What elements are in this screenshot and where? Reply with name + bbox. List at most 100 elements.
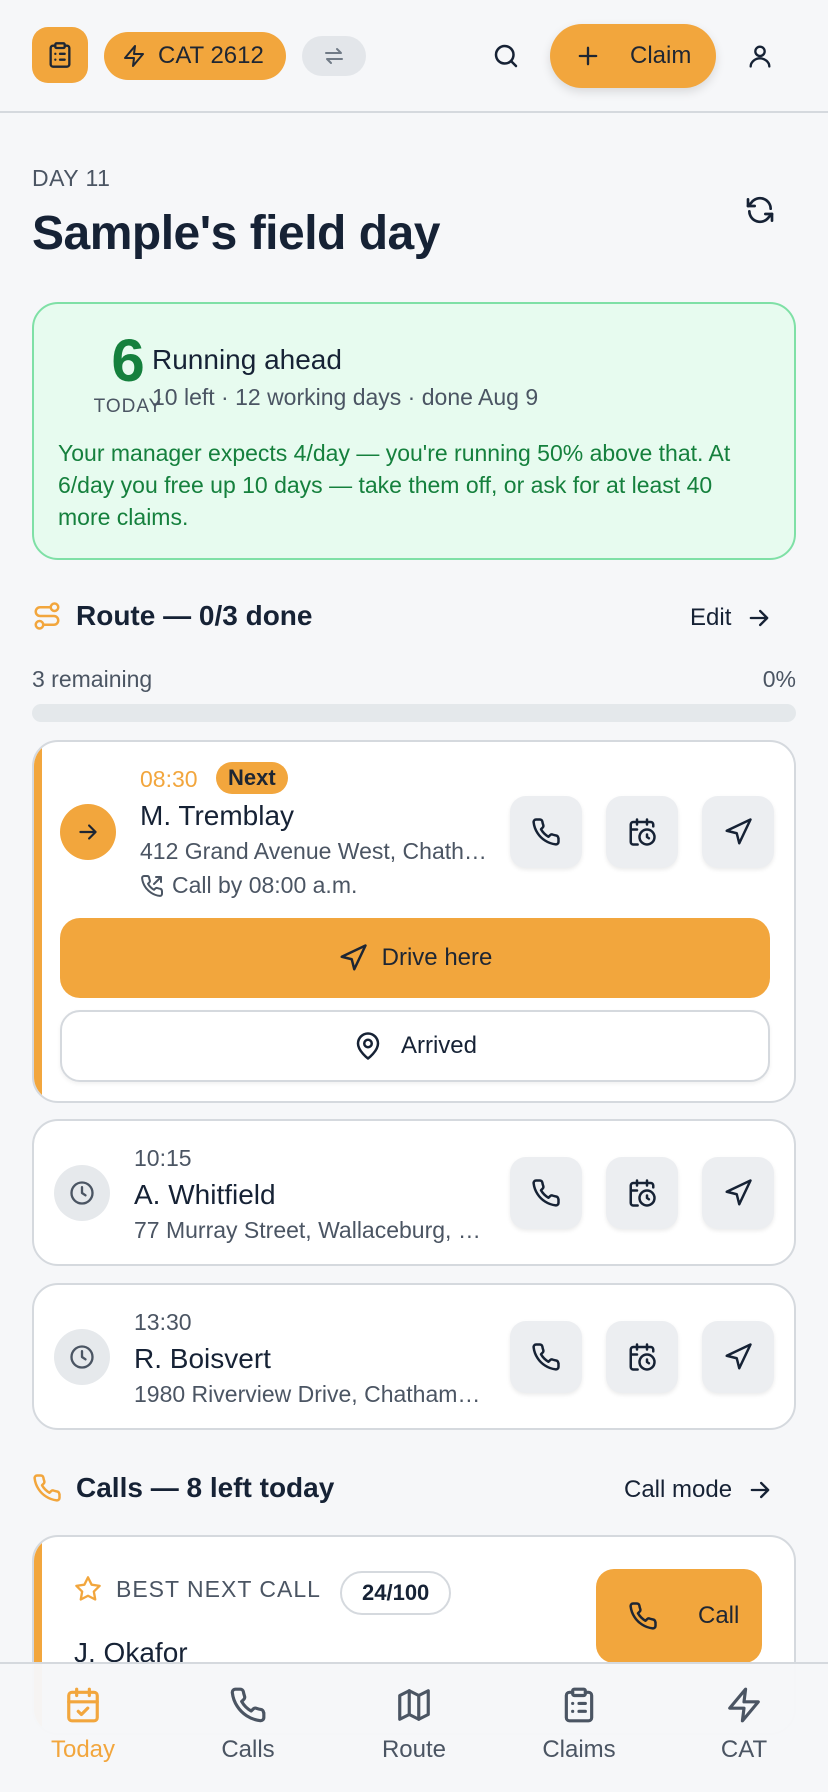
page-title: Sample's field day <box>32 207 440 260</box>
swap-arrows-icon <box>325 48 343 64</box>
navigation-icon <box>725 818 752 845</box>
call-by-text: Call by 08:00 a.m. <box>172 872 358 898</box>
stop-address: 1980 Riverview Drive, Chatham, ON <box>134 1381 484 1407</box>
arrow-right-icon <box>750 609 769 627</box>
navigate-stop-button[interactable] <box>702 1157 774 1229</box>
next-badge: Next <box>216 762 288 794</box>
stop-name: M. Tremblay <box>140 800 295 831</box>
stop-address: 77 Murray Street, Wallaceburg, ON <box>134 1217 490 1243</box>
calls-title: Calls — 8 left today <box>76 1472 335 1503</box>
refresh-icon <box>746 196 774 224</box>
phone-outgoing-icon <box>141 874 164 897</box>
route-stop-card[interactable]: 08:30 Next M. Tremblay 412 Grand Avenue … <box>32 740 796 1103</box>
nav-label: CAT <box>720 1736 768 1763</box>
nav-label: Calls <box>221 1736 275 1763</box>
next-stop-indicator <box>60 804 116 860</box>
switch-cat-button[interactable] <box>302 36 366 76</box>
navigation-icon <box>340 944 367 971</box>
nav-label: Claims <box>542 1736 616 1763</box>
stop-time: 10:15 <box>134 1145 192 1171</box>
stop-name: R. Boisvert <box>134 1343 271 1374</box>
best-next-call-text: BEST NEXT CALL <box>116 1575 321 1602</box>
refresh-button[interactable] <box>740 190 780 230</box>
pace-meta: 10 left · 12 working days · done Aug 9 <box>152 384 539 410</box>
nav-tab-calls[interactable]: Calls <box>178 1686 318 1764</box>
reschedule-stop-button[interactable] <box>606 1321 678 1393</box>
call-mode-label: Call mode <box>624 1476 733 1503</box>
call-stop-button[interactable] <box>510 796 582 868</box>
clipboard-icon <box>49 42 71 68</box>
reschedule-stop-button[interactable] <box>606 796 678 868</box>
arrived-label: Arrived <box>400 1032 478 1059</box>
arrived-button[interactable]: Arrived <box>60 1010 770 1082</box>
top-bar: CAT 2612 Claim <box>0 0 828 113</box>
calendar-clock-icon <box>629 818 656 846</box>
navigation-icon <box>725 1179 752 1206</box>
calendar-clock-icon <box>629 1179 656 1207</box>
edit-route-label: Edit <box>690 604 732 631</box>
nav-label: Route <box>381 1736 447 1763</box>
call-by-note: Call by 08:00 a.m. <box>140 872 357 899</box>
stop-address: 412 Grand Avenue West, Chatham, ON <box>140 838 490 864</box>
route-stop-card[interactable]: 10:15 A. Whitfield 77 Murray Street, Wal… <box>32 1119 796 1266</box>
bottom-navigation: Today Calls Route Claims CAT <box>0 1662 828 1792</box>
pace-message: Your manager expects 4/day — you're runn… <box>58 440 731 530</box>
map-icon <box>398 1689 430 1721</box>
priority-score-badge: 24/100 <box>340 1571 452 1615</box>
reschedule-stop-button[interactable] <box>606 1157 678 1229</box>
edit-route-link[interactable]: Edit <box>690 604 773 632</box>
call-now-label: Call <box>698 1602 740 1629</box>
nav-label: Today <box>50 1736 116 1763</box>
route-section-header: Route — 0/3 done <box>32 600 312 632</box>
navigate-stop-button[interactable] <box>702 1321 774 1393</box>
navigate-stop-button[interactable] <box>702 796 774 868</box>
search-button[interactable] <box>484 34 528 78</box>
app-menu-button[interactable] <box>32 27 88 83</box>
phone-icon <box>532 1343 560 1371</box>
stop-time: 13:30 <box>134 1309 192 1335</box>
route-stop-card[interactable]: 13:30 R. Boisvert 1980 Riverview Drive, … <box>32 1283 796 1430</box>
drive-here-button[interactable]: Drive here <box>60 918 770 998</box>
star-icon <box>75 1576 101 1601</box>
call-stop-button[interactable] <box>510 1157 582 1229</box>
stop-time: 08:30 <box>140 766 198 792</box>
scheduled-indicator <box>54 1165 110 1221</box>
route-progress-bar <box>32 704 796 722</box>
call-mode-link[interactable]: Call mode <box>624 1476 774 1504</box>
bolt-icon <box>124 45 144 67</box>
call-now-button[interactable]: Call <box>596 1569 762 1663</box>
phone-icon <box>230 1687 266 1723</box>
route-icon <box>34 602 60 630</box>
claim-button-label: Claim <box>630 42 692 69</box>
profile-button[interactable] <box>738 34 782 78</box>
cat-selector-chip[interactable]: CAT 2612 <box>104 32 286 80</box>
phone-icon <box>629 1602 657 1630</box>
search-icon <box>494 44 518 68</box>
best-next-call-label: BEST NEXT CALL <box>74 1575 321 1603</box>
calendar-clock-icon <box>629 1343 656 1371</box>
route-title: Route — 0/3 done <box>76 600 313 631</box>
pace-status: Running ahead <box>152 344 342 375</box>
call-stop-button[interactable] <box>510 1321 582 1393</box>
calendar-check-icon <box>67 1687 99 1723</box>
route-remaining-label: 3 remaining <box>32 666 153 692</box>
nav-tab-route[interactable]: Route <box>344 1686 484 1764</box>
user-icon <box>749 45 771 68</box>
clock-icon <box>70 1345 94 1369</box>
scheduled-indicator <box>54 1329 110 1385</box>
arrow-right-icon <box>79 824 97 840</box>
bolt-icon <box>728 1687 760 1723</box>
plus-icon <box>578 46 598 66</box>
navigation-icon <box>725 1343 752 1370</box>
map-pin-icon <box>356 1032 380 1060</box>
nav-tab-claims[interactable]: Claims <box>509 1686 649 1764</box>
day-label: DAY 11 <box>32 165 111 191</box>
nav-tab-cat[interactable]: CAT <box>674 1686 814 1764</box>
arrow-right-icon <box>750 1481 770 1499</box>
pace-summary-card: 6 TODAY Running ahead 10 left · 12 worki… <box>32 302 796 560</box>
clock-icon <box>70 1181 94 1205</box>
phone-icon <box>532 1179 560 1207</box>
nav-tab-today[interactable]: Today <box>13 1686 153 1764</box>
new-claim-button[interactable]: Claim <box>550 24 716 88</box>
drive-here-label: Drive here <box>381 944 493 971</box>
